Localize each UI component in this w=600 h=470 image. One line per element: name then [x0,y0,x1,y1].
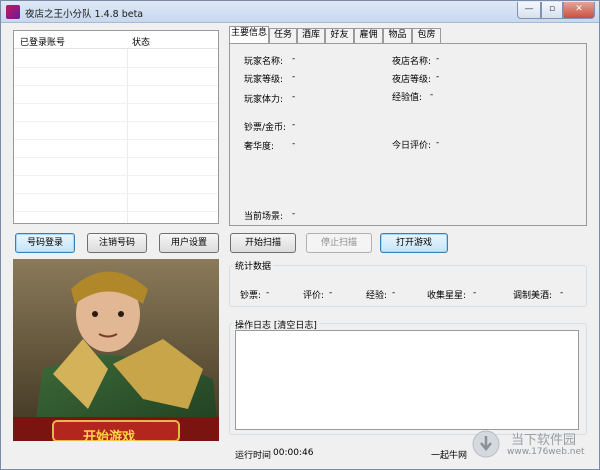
club-name-value: - [436,54,440,64]
watermark-url: www.176web.net [507,447,585,457]
close-button[interactable]: ✕ [563,2,595,19]
main-window: 夜店之王小分队 1.4.8 beta — ▫ ✕ 已登录账号 状态 主要信息 任… [0,0,600,470]
stat-cocktails-value: - [560,288,564,298]
stat-stars-value: - [473,288,477,298]
tab-wine-cellar[interactable]: 酒库 [297,28,325,43]
start-scan-button[interactable]: 开始扫描 [230,233,296,253]
current-scene-label: 当前场景: [244,212,284,222]
today-rating-label: 今日评价: [392,141,432,151]
money-gold-label: 钞票/金币: [244,123,287,133]
main-info-panel: 玩家名称: - 夜店名称: - 玩家等级: - 夜店等级: - 玩家体力: - … [229,43,587,226]
open-game-button[interactable]: 打开游戏 [380,233,448,253]
current-scene-value: - [292,209,296,219]
tab-hire[interactable]: 雇佣 [354,28,383,43]
stats-title: 统计数据 [233,259,274,272]
login-button[interactable]: 号码登录 [15,233,75,253]
stat-experience-label: 经验: [366,291,388,301]
row-divider [14,211,218,212]
tab-items[interactable]: 物品 [383,28,412,43]
stat-cocktails-label: 调制美酒: [513,291,553,301]
row-divider [14,175,218,176]
club-level-label: 夜店等级: [392,75,432,85]
column-divider [127,49,128,223]
account-list[interactable]: 已登录账号 状态 [13,30,219,224]
club-name-label: 夜店名称: [392,57,432,67]
account-list-header: 已登录账号 状态 [14,31,218,49]
stat-money-label: 钞票: [240,291,262,301]
row-divider [14,121,218,122]
stat-money-value: - [266,288,270,298]
column-header-account[interactable]: 已登录账号 [20,35,65,48]
operation-log-textarea[interactable] [235,330,579,430]
user-settings-button[interactable]: 用户设置 [159,233,219,253]
row-divider [14,193,218,194]
stop-scan-button[interactable]: 停止扫描 [306,233,372,253]
today-rating-value: - [436,138,440,148]
row-divider [14,103,218,104]
row-divider [14,67,218,68]
tab-main-info[interactable]: 主要信息 [229,26,269,43]
luxury-label: 奢华度: [244,142,275,152]
luxury-value: - [292,139,296,149]
player-name-label: 玩家名称: [244,57,284,67]
maximize-button[interactable]: ▫ [541,2,563,19]
stat-rating-label: 评价: [303,291,325,301]
watermark: 当下软件园 www.176web.net [471,427,595,461]
stat-rating-value: - [329,288,333,298]
player-level-value: - [292,72,296,82]
tab-friends[interactable]: 好友 [325,28,354,43]
row-divider [14,85,218,86]
runtime-label: 运行时间 [235,451,272,461]
row-divider [14,157,218,158]
stats-group: 统计数据 钞票: - 评价: - 经验: - 收集星星: - 调制美酒: - [229,259,587,307]
website-link[interactable]: 一起牛网 [431,448,467,461]
promo-banner-text: 开始游戏 [83,430,136,441]
watermark-title: 当下软件园 [511,433,577,448]
stat-stars-label: 收集星星: [427,291,467,301]
title-bar[interactable]: 夜店之王小分队 1.4.8 beta — ▫ ✕ [1,1,599,23]
row-divider [14,139,218,140]
runtime-value: 00:00:46 [273,448,314,458]
minimize-button[interactable]: — [517,2,541,19]
tab-private-room[interactable]: 包房 [412,28,441,43]
experience-value: - [430,90,434,100]
logout-button[interactable]: 注销号码 [87,233,147,253]
promo-illustration [13,259,219,441]
window-title: 夜店之王小分队 1.4.8 beta [25,9,144,20]
money-gold-value: - [292,120,296,130]
player-stamina-value: - [292,92,296,102]
player-name-value: - [292,54,296,64]
tab-tasks[interactable]: 任务 [269,28,297,43]
app-icon [6,5,20,19]
experience-label: 经验值: [392,93,423,103]
stat-experience-value: - [392,288,396,298]
player-stamina-label: 玩家体力: [244,95,284,105]
column-header-status[interactable]: 状态 [132,35,150,48]
game-promo-image[interactable]: 开始游戏 [13,259,219,441]
download-logo-icon [472,430,500,458]
player-level-label: 玩家等级: [244,75,284,85]
club-level-value: - [436,72,440,82]
